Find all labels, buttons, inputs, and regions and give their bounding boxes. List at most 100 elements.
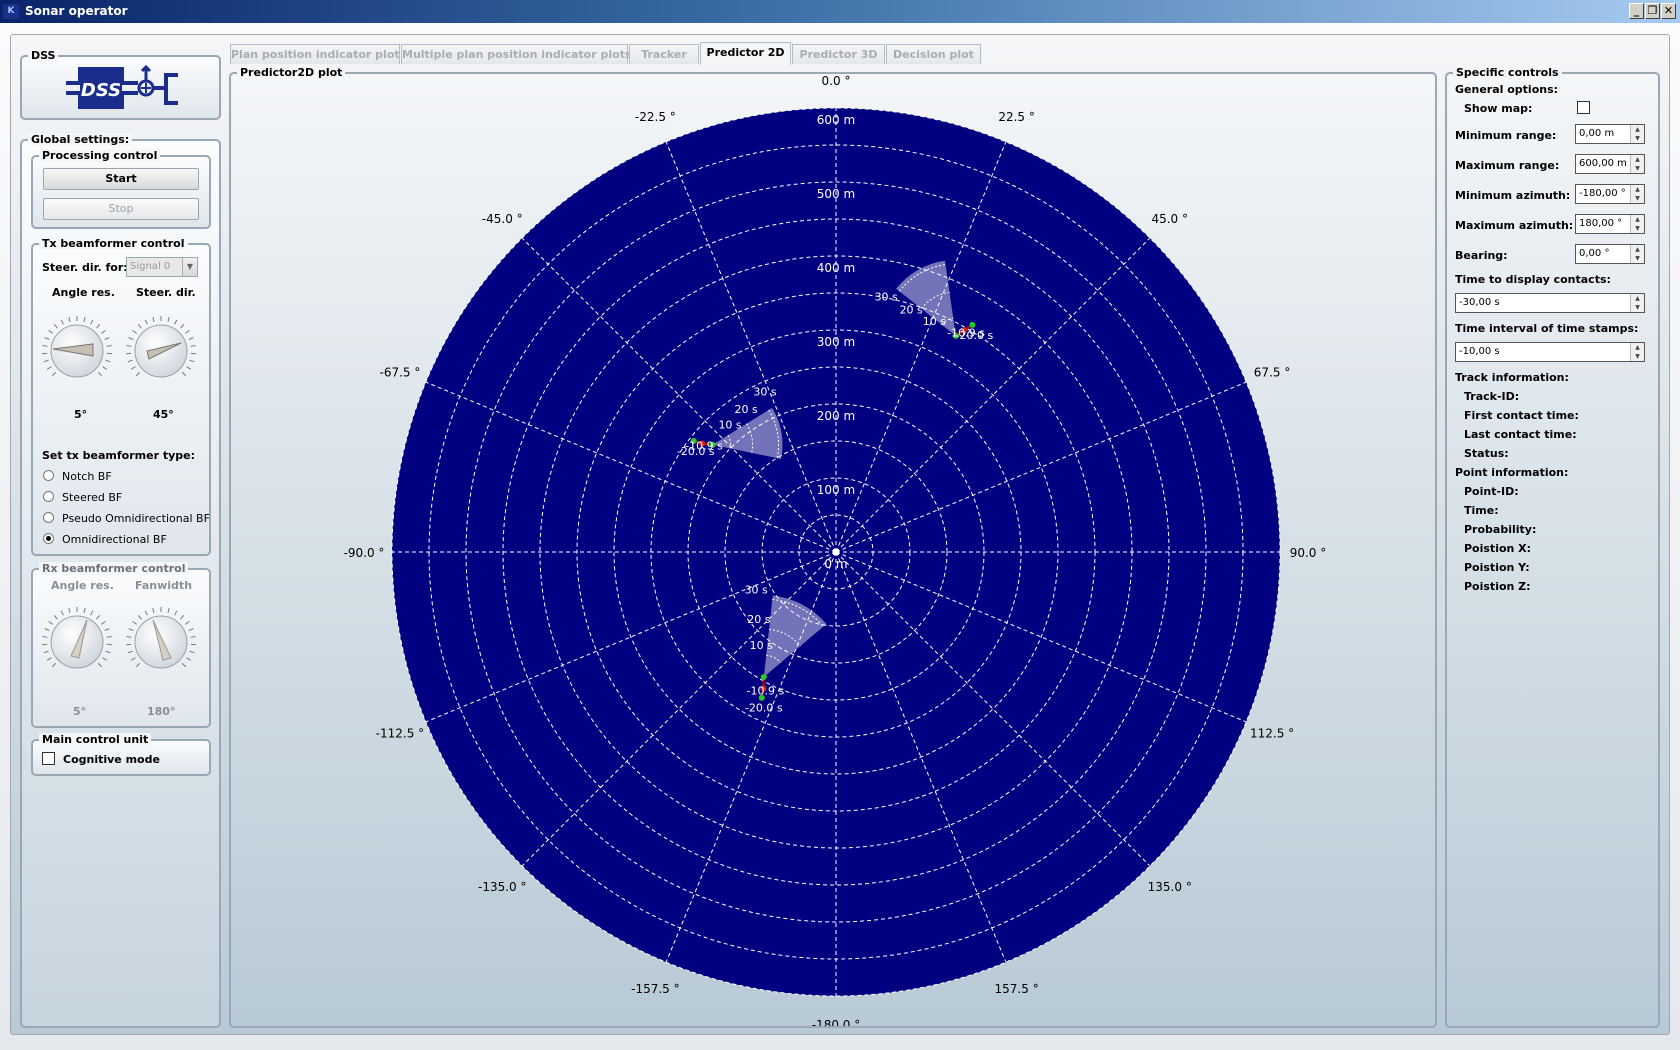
radio-pseudo-omni-bf-label: Pseudo Omnidirectional BF (62, 512, 210, 525)
range-tick-label: 500 m (817, 187, 855, 201)
dss-group: DSS DSS (20, 49, 221, 120)
azimuth-tick-label: -135.0 ° (478, 880, 527, 894)
rx-angle-res-label: Angle res. (51, 579, 114, 592)
prediction-time-label: 10 s (750, 639, 773, 652)
stop-button[interactable]: Stop (43, 198, 199, 220)
spin-arrows-icon[interactable]: ▲ ▼ (1630, 294, 1644, 312)
tab-decision-plot[interactable]: Decision plot (886, 44, 981, 64)
azimuth-tick-label: 67.5 ° (1254, 365, 1291, 379)
tab-predictor-3d[interactable]: Predictor 3D (792, 44, 885, 64)
origin-marker (833, 549, 839, 555)
prediction-time-label: 20 s (747, 613, 770, 626)
prediction-time-label: 30 s (745, 583, 768, 596)
time-interval-value: -10,00 s (1459, 346, 1500, 357)
range-tick-label: 0 m (824, 557, 847, 571)
prediction-time-label: 20 s (734, 403, 757, 416)
max-range-input[interactable]: 600,00 m ▲ ▼ (1575, 154, 1645, 174)
position-z-label: Poistion Z: (1464, 580, 1531, 593)
show-map-checkbox[interactable] (1577, 101, 1590, 114)
range-tick-label: 100 m (817, 483, 855, 497)
spin-arrows-icon[interactable]: ▲ ▼ (1630, 185, 1644, 203)
chevron-down-icon: ▼ (182, 258, 197, 276)
last-contact-time-label: Last contact time: (1464, 428, 1577, 441)
main-control-unit-group: Main control unit Cognitive mode (31, 733, 211, 776)
main-control-unit-title: Main control unit (39, 733, 152, 746)
dss-logo: DSS (66, 64, 178, 109)
first-contact-time-label: First contact time: (1464, 409, 1579, 422)
tab-predictor-2d[interactable]: Predictor 2D (700, 42, 791, 65)
max-azimuth-value: 180,00 ° (1579, 218, 1623, 229)
azimuth-tick-label: -67.5 ° (379, 365, 420, 379)
steer-signal-select[interactable]: Signal 0 ▼ (126, 257, 198, 277)
specific-controls-title: Specific controls (1453, 66, 1562, 79)
contact-time-label: -20.0 s (677, 445, 715, 458)
radio-omni-bf[interactable] (43, 533, 54, 544)
time-interval-label: Time interval of time stamps: (1455, 322, 1639, 335)
start-button[interactable]: Start (43, 168, 199, 190)
bearing-input[interactable]: 0,00 ° ▲ ▼ (1575, 244, 1645, 264)
range-tick-label: 600 m (817, 113, 855, 127)
time-interval-input[interactable]: -10,00 s ▲ ▼ (1455, 342, 1645, 362)
min-azimuth-input[interactable]: -180,00 ° ▲ ▼ (1575, 184, 1645, 204)
spin-arrows-icon[interactable]: ▲ ▼ (1630, 125, 1644, 143)
processing-control-title: Processing control (39, 149, 161, 162)
tx-angle-res-dial[interactable] (39, 313, 115, 389)
tab-ppi-plot[interactable]: Plan position indicator plot (230, 44, 400, 64)
bearing-value: 0,00 ° (1579, 248, 1610, 259)
rx-beamformer-title: Rx beamformer control (39, 562, 189, 575)
min-azimuth-value: -180,00 ° (1579, 188, 1626, 199)
tx-beamformer-title: Tx beamformer control (39, 237, 188, 250)
rx-angle-res-dial[interactable] (39, 604, 115, 680)
polar-plot[interactable]: 0 m 100 m 200 m 300 m 400 m 500 m 600 m 0.0 ° 22… (231, 74, 1435, 1026)
tab-tracker[interactable]: Tracker (629, 44, 699, 64)
tx-angle-res-label: Angle res. (52, 286, 115, 299)
azimuth-tick-label: -22.5 ° (635, 110, 676, 124)
azimuth-tick-label: -90.0 ° (344, 546, 385, 560)
status-label: Status: (1464, 447, 1509, 460)
time-contacts-input[interactable]: -30,00 s ▲ ▼ (1455, 293, 1645, 313)
tx-angle-res-value: 5° (74, 408, 88, 421)
azimuth-tick-label: -157.5 ° (631, 982, 680, 996)
processing-control-group: Processing control Start Stop (31, 149, 211, 229)
spin-arrows-icon[interactable]: ▲ ▼ (1630, 245, 1644, 263)
rx-fanwidth-dial[interactable] (123, 604, 199, 680)
show-map-label: Show map: (1464, 102, 1533, 115)
track-info-label: Track information: (1455, 371, 1569, 384)
dss-title: DSS (28, 49, 59, 62)
azimuth-tick-label: -112.5 ° (376, 727, 425, 741)
cognitive-mode-checkbox[interactable] (42, 752, 55, 765)
prediction-time-label: 30 s (753, 385, 776, 398)
minimize-button[interactable]: _ (1629, 3, 1644, 19)
azimuth-tick-label: -45.0 ° (482, 212, 523, 226)
tab-multiple-ppi-plots[interactable]: Multiple plan position indicator plots (401, 44, 632, 64)
radio-notch-bf-label: Notch BF (62, 470, 112, 483)
spin-arrows-icon[interactable]: ▲ ▼ (1630, 155, 1644, 173)
min-range-label: Minimum range: (1455, 129, 1557, 142)
point-info-label: Point information: (1455, 466, 1569, 479)
max-azimuth-input[interactable]: 180,00 ° ▲ ▼ (1575, 214, 1645, 234)
close-button[interactable]: ✕ (1661, 3, 1676, 19)
min-range-input[interactable]: 0,00 m ▲ ▼ (1575, 124, 1645, 144)
range-tick-label: 300 m (817, 335, 855, 349)
max-azimuth-label: Maximum azimuth: (1455, 219, 1574, 232)
contact-point[interactable] (760, 673, 767, 680)
time-contacts-label: Time to display contacts: (1455, 273, 1611, 286)
spin-arrows-icon[interactable]: ▲ ▼ (1630, 343, 1644, 361)
title-bar: K Sonar operator _ ❐ ✕ (0, 0, 1680, 23)
radio-pseudo-omni-bf[interactable] (43, 512, 54, 523)
app-icon: K (3, 4, 19, 19)
rx-beamformer-group: Rx beamformer control Angle res. Fanwidt… (31, 562, 211, 728)
radio-notch-bf[interactable] (43, 470, 54, 481)
azimuth-tick-label: 45.0 ° (1151, 212, 1188, 226)
radio-steered-bf[interactable] (43, 491, 54, 502)
spin-arrows-icon[interactable]: ▲ ▼ (1630, 215, 1644, 233)
maximize-button[interactable]: ❐ (1645, 3, 1660, 19)
contact-time-label: -20.0 s (956, 329, 994, 342)
contact-time-label: -10.9 s (747, 685, 785, 698)
radio-omni-bf-label: Omnidirectional BF (62, 533, 167, 546)
track-id-label: Track-ID: (1464, 390, 1520, 403)
tx-steer-dir-dial[interactable] (123, 313, 199, 389)
time-label: Time: (1464, 504, 1499, 517)
probability-label: Probability: (1464, 523, 1537, 536)
time-contacts-value: -30,00 s (1459, 297, 1500, 308)
